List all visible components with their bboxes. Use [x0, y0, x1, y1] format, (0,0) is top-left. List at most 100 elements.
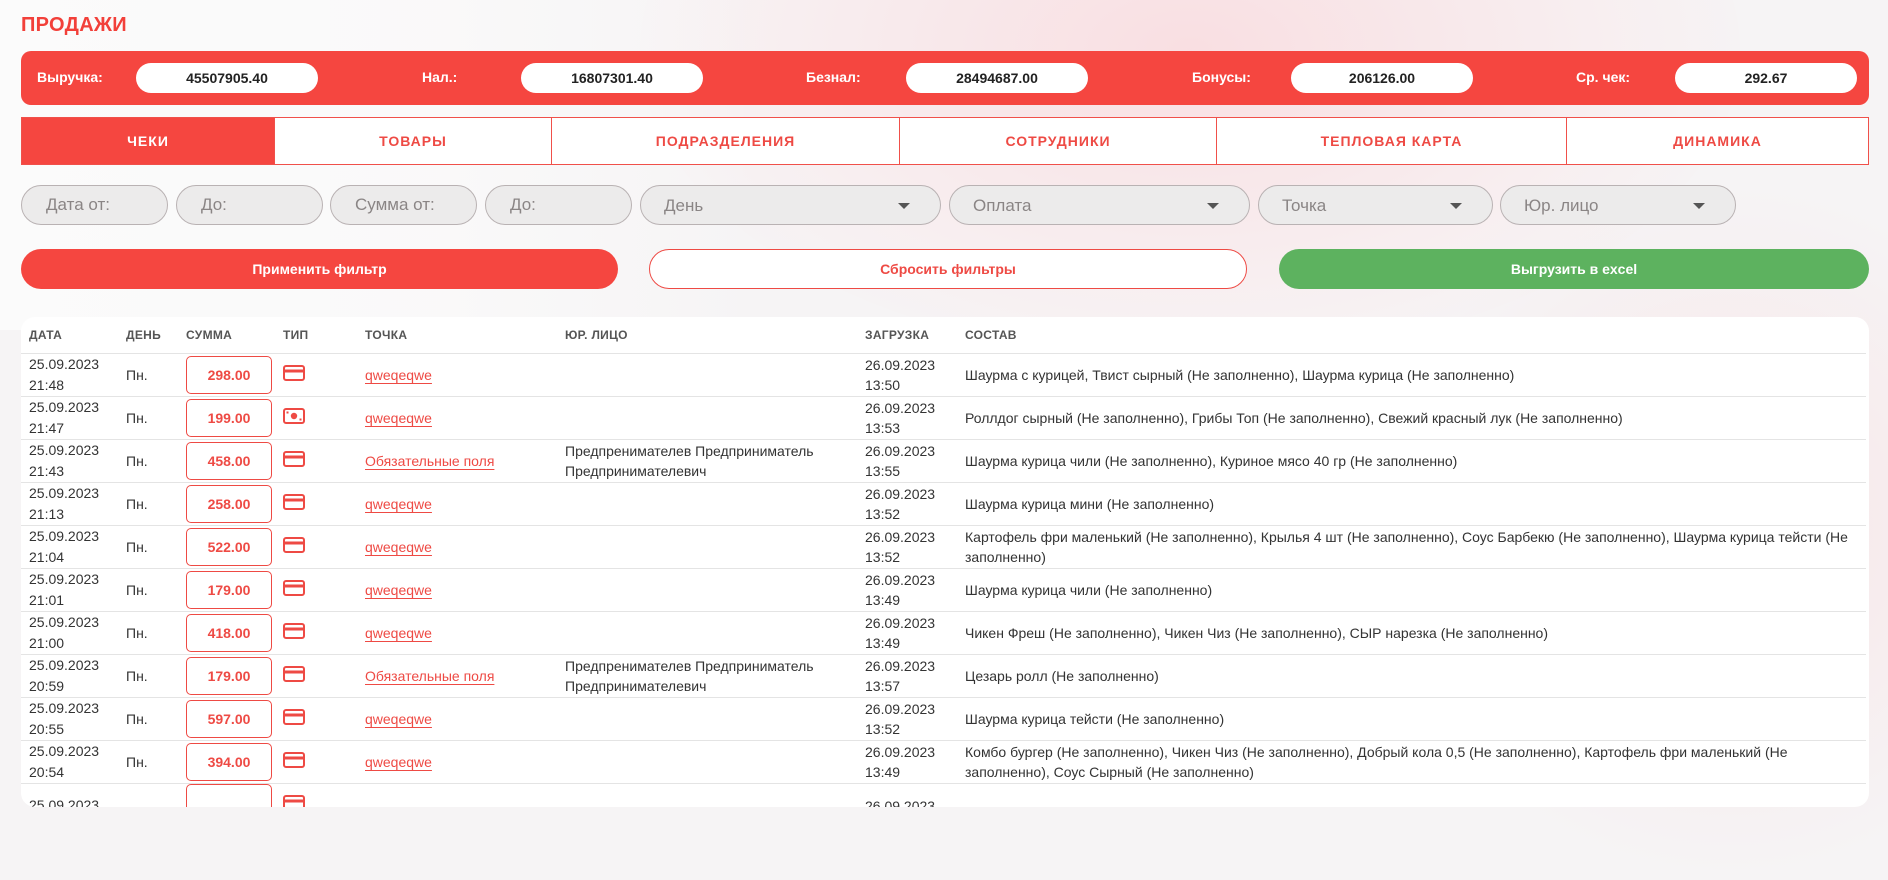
sum-box[interactable]: 179.00: [186, 657, 272, 695]
point-link[interactable]: qweqeqwe: [365, 367, 432, 383]
point-link[interactable]: qweqeqwe: [365, 754, 432, 770]
stat-bonus-label: Бонусы:: [1192, 69, 1251, 85]
cell-legal: [557, 740, 857, 784]
cell-date-day: 25.09.2023: [29, 356, 100, 372]
sum-box[interactable]: 199.00: [186, 399, 272, 437]
sum-from-input[interactable]: [331, 186, 476, 224]
cell-legal: [557, 783, 857, 807]
table-row[interactable]: 25.09.2023 20:54 Пн. 394.00 qweqeqwe 26.09.20…: [21, 740, 1866, 784]
export-excel-button[interactable]: Выгрузить в excel: [1279, 249, 1869, 289]
cell-date-day: 25.09.2023: [29, 700, 100, 716]
cell-point: Обязательные поля: [357, 654, 557, 698]
table-row[interactable]: 25.09.2023 20:55 Пн. 597.00 qweqeqwe 26.09.20…: [21, 697, 1866, 741]
tab-checks[interactable]: ЧЕКИ: [22, 118, 275, 164]
stat-revenue-value: 45507905.40: [136, 63, 318, 93]
cell-upload: 26.09.2023 13:52: [857, 525, 957, 569]
table-row[interactable]: 25.09.2023 26.09.2023: [21, 783, 1866, 807]
tab-heatmap[interactable]: ТЕПЛОВАЯ КАРТА: [1217, 118, 1567, 164]
reset-filters-button[interactable]: Сбросить фильтры: [649, 249, 1247, 289]
table-row[interactable]: 25.09.2023 21:48 Пн. 298.00 qweqeqwe 26.09.20…: [21, 353, 1866, 397]
cell-sum: 394.00: [178, 740, 275, 784]
sum-box[interactable]: 179.00: [186, 571, 272, 609]
cell-date-day: 25.09.2023: [29, 797, 100, 807]
point-link[interactable]: qweqeqwe: [365, 496, 432, 512]
sum-box[interactable]: 458.00: [186, 442, 272, 480]
cell-legal: [557, 611, 857, 655]
cell-sum: 597.00: [178, 697, 275, 741]
day-select[interactable]: День: [640, 185, 941, 225]
cell-day: Пн.: [118, 611, 178, 655]
sum-box[interactable]: 597.00: [186, 700, 272, 738]
table-row[interactable]: 25.09.2023 20:59 Пн. 179.00 Обязательные пол…: [21, 654, 1866, 698]
cell-date-day: 25.09.2023: [29, 485, 100, 501]
cell-upload-date: 26.09.2023: [865, 744, 936, 760]
chevron-down-icon: [1693, 203, 1705, 209]
day-select-value: День: [664, 196, 704, 215]
point-link[interactable]: qweqeqwe: [365, 711, 432, 727]
card-icon: [283, 795, 305, 807]
col-header-items: СОСТАВ: [957, 317, 1866, 354]
cell-date-time: 21:00: [29, 635, 65, 651]
cell-items: Шаурма курица тейсти (Не заполненно): [957, 697, 1866, 741]
payment-select[interactable]: Оплата: [949, 185, 1250, 225]
point-link[interactable]: qweqeqwe: [365, 582, 432, 598]
sum-box[interactable]: 394.00: [186, 743, 272, 781]
cell-legal: [557, 353, 857, 397]
cell-point: Обязательные поля: [357, 439, 557, 483]
stat-bonus-value: 206126.00: [1291, 63, 1473, 93]
cell-date-time: 21:13: [29, 506, 65, 522]
chevron-down-icon: [1207, 203, 1219, 209]
sum-box[interactable]: 522.00: [186, 528, 272, 566]
sum-box[interactable]: [186, 784, 272, 807]
sum-from-field[interactable]: [330, 185, 477, 225]
cell-sum: 298.00: [178, 353, 275, 397]
cell-upload-date: 26.09.2023: [865, 400, 936, 416]
point-link[interactable]: qweqeqwe: [365, 625, 432, 641]
cell-legal: [557, 525, 857, 569]
cell-upload: 26.09.2023 13:57: [857, 654, 957, 698]
tab-dynamics[interactable]: ДИНАМИКА: [1567, 118, 1868, 164]
tab-products[interactable]: ТОВАРЫ: [275, 118, 552, 164]
date-to-input[interactable]: [177, 186, 322, 224]
table-row[interactable]: 25.09.2023 21:04 Пн. 522.00 qweqeqwe 26.09.20…: [21, 525, 1866, 569]
sum-box[interactable]: 258.00: [186, 485, 272, 523]
col-header-type: ТИП: [275, 317, 357, 354]
sum-box[interactable]: 298.00: [186, 356, 272, 394]
apply-filter-button[interactable]: Применить фильтр: [21, 249, 618, 289]
cell-legal: [557, 482, 857, 526]
sum-to-field[interactable]: [485, 185, 632, 225]
table-row[interactable]: 25.09.2023 21:01 Пн. 179.00 qweqeqwe 26.09.20…: [21, 568, 1866, 612]
point-link[interactable]: qweqeqwe: [365, 539, 432, 555]
point-link[interactable]: Обязательные поля: [365, 668, 494, 684]
point-select[interactable]: Точка: [1258, 185, 1493, 225]
table-row[interactable]: 25.09.2023 21:47 Пн. 199.00 qweqeqwe 26.09.20…: [21, 396, 1866, 440]
date-from-field[interactable]: [21, 185, 168, 225]
tab-employees[interactable]: СОТРУДНИКИ: [900, 118, 1217, 164]
tab-bar: ЧЕКИ ТОВАРЫ ПОДРАЗДЕЛЕНИЯ СОТРУДНИКИ ТЕП…: [21, 117, 1869, 165]
tab-departments[interactable]: ПОДРАЗДЕЛЕНИЯ: [552, 118, 900, 164]
stat-cash-label: Нал.:: [422, 69, 458, 85]
cell-items: Картофель фри маленький (Не заполненно),…: [957, 525, 1866, 569]
stat-cashless-label: Безнал:: [806, 69, 861, 85]
table-row[interactable]: 25.09.2023 21:43 Пн. 458.00 Обязательные пол…: [21, 439, 1866, 483]
point-link[interactable]: Обязательные поля: [365, 453, 494, 469]
date-from-input[interactable]: [22, 186, 167, 224]
cell-point: qweqeqwe: [357, 525, 557, 569]
cell-sum: 199.00: [178, 396, 275, 440]
cell-type: [275, 525, 357, 569]
cell-upload: 26.09.2023 13:49: [857, 611, 957, 655]
sum-box[interactable]: 418.00: [186, 614, 272, 652]
legal-entity-select[interactable]: Юр. лицо: [1500, 185, 1736, 225]
table-row[interactable]: 25.09.2023 21:00 Пн. 418.00 qweqeqwe 26.09.20…: [21, 611, 1866, 655]
col-header-legal: ЮР. ЛИЦО: [557, 317, 857, 354]
cell-date: 25.09.2023 20:55: [21, 697, 118, 741]
cell-date-time: 20:54: [29, 764, 65, 780]
cell-date-day: 25.09.2023: [29, 743, 100, 759]
date-to-field[interactable]: [176, 185, 323, 225]
card-icon: [283, 536, 305, 558]
cash-icon: [283, 407, 305, 429]
sum-to-input[interactable]: [486, 186, 631, 224]
point-link[interactable]: qweqeqwe: [365, 410, 432, 426]
page-title: ПРОДАЖИ: [21, 14, 127, 36]
table-row[interactable]: 25.09.2023 21:13 Пн. 258.00 qweqeqwe 26.09.20…: [21, 482, 1866, 526]
